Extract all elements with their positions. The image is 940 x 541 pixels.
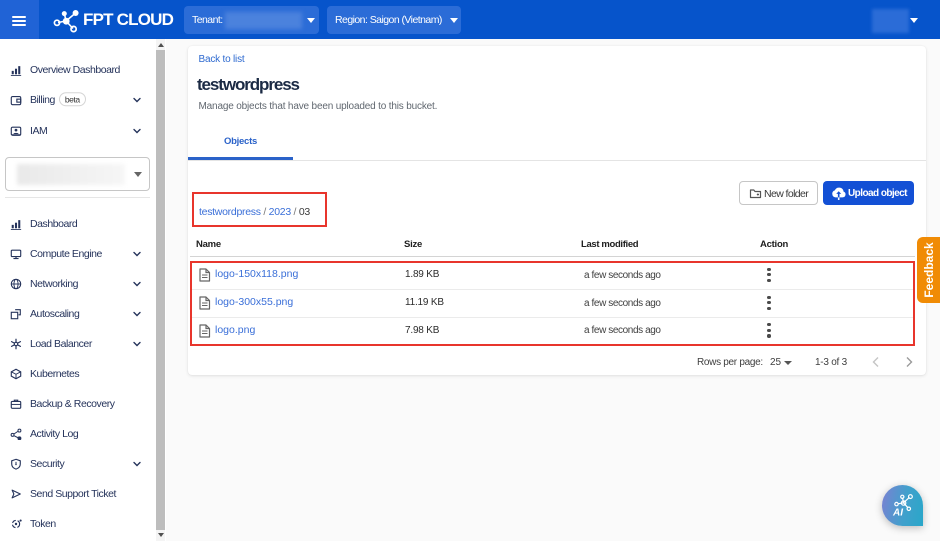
svg-text:AI: AI (892, 508, 903, 519)
